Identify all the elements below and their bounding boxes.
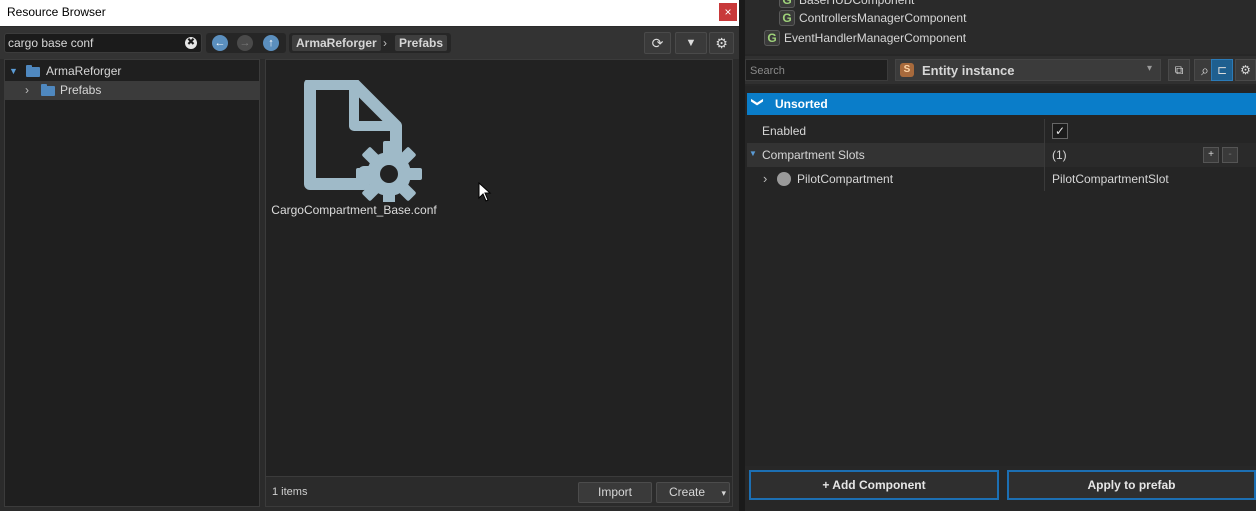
tree-item-label: ArmaReforger xyxy=(46,64,122,78)
clear-search-icon[interactable]: ✖ xyxy=(185,37,197,49)
pilot-slot-value: PilotCompartmentSlot xyxy=(1052,172,1169,186)
window-title: Resource Browser xyxy=(7,5,106,19)
property-label: Enabled xyxy=(762,124,807,138)
breadcrumb-separator-icon: › xyxy=(383,36,387,50)
resource-browser-toolbar: ✖ ← → ↑ ArmaReforger › Prefabs ⟳ ▼ ⚙ xyxy=(0,27,739,59)
back-arrow-icon[interactable]: ← xyxy=(212,35,228,51)
open-external-icon[interactable]: ⧉ xyxy=(1168,59,1190,81)
add-slot-button[interactable]: + xyxy=(1203,147,1219,163)
expand-arrow-icon[interactable]: ▼ xyxy=(9,62,18,81)
hierarchy-icon[interactable]: ⊏ xyxy=(1211,59,1233,81)
tree-item-prefabs[interactable]: › Prefabs xyxy=(5,81,259,100)
collapsed-arrow-icon[interactable]: › xyxy=(25,81,29,100)
collapsed-arrow-icon[interactable]: › xyxy=(763,171,767,186)
expand-arrow-icon[interactable]: ▼ xyxy=(749,149,757,158)
file-view-statusbar: 1 items Import Create ▾ xyxy=(265,477,733,507)
filter-icon[interactable]: ▼ xyxy=(675,32,707,54)
property-label: Compartment Slots xyxy=(762,148,865,162)
file-view: CargoCompartment_Base.conf xyxy=(265,59,733,477)
object-circle-icon xyxy=(777,172,791,186)
items-count: 1 items xyxy=(272,486,308,498)
apply-to-prefab-button[interactable]: Apply to prefab xyxy=(1007,470,1256,500)
create-button-label: Create xyxy=(669,485,706,499)
component-label: ControllersManagerComponent xyxy=(799,11,967,25)
section-header-unsorted[interactable]: ❯ Unsorted xyxy=(747,93,1256,115)
property-value: PilotCompartmentSlot xyxy=(1044,167,1256,191)
up-arrow-icon[interactable]: ↑ xyxy=(263,35,279,51)
dropdown-caret-icon: ▾ xyxy=(721,488,726,498)
property-row-pilot-compartment[interactable]: › PilotCompartment PilotCompartmentSlot xyxy=(747,167,1256,191)
property-row-compartment-slots[interactable]: ▼ Compartment Slots (1) + - xyxy=(747,143,1256,167)
component-g-icon: G xyxy=(779,10,795,26)
settings-gear-icon[interactable]: ⚙ xyxy=(709,32,734,54)
component-g-icon: G xyxy=(779,0,795,8)
import-button[interactable]: Import xyxy=(578,482,652,503)
slot-count: (1) xyxy=(1052,148,1067,162)
entity-instance-dropdown[interactable]: S Entity instance ▾ xyxy=(895,59,1161,81)
property-value: ✓ xyxy=(1044,119,1256,143)
component-g-icon: G xyxy=(764,30,780,46)
resource-browser-titlebar: Resource Browser × xyxy=(0,0,739,26)
search-box: ✖ xyxy=(4,33,202,53)
close-icon[interactable]: × xyxy=(719,3,737,21)
enabled-checkbox[interactable]: ✓ xyxy=(1052,123,1068,139)
remove-slot-button[interactable]: - xyxy=(1222,147,1238,163)
breadcrumb-item-armareforger[interactable]: ArmaReforger xyxy=(292,35,381,51)
forward-arrow-icon[interactable]: → xyxy=(237,35,253,51)
file-item[interactable]: CargoCompartment_Base.conf xyxy=(266,60,442,240)
entity-script-icon: S xyxy=(900,63,914,77)
breadcrumb: ArmaReforger › Prefabs xyxy=(289,33,451,53)
property-value: (1) + - xyxy=(1044,143,1256,167)
search-input[interactable] xyxy=(8,35,178,51)
mouse-cursor-icon xyxy=(478,182,492,202)
settings-gear-icon[interactable]: ⚙ xyxy=(1235,59,1256,81)
section-label: Unsorted xyxy=(775,97,828,111)
component-list: G BaseHUDComponent G ControllersManagerC… xyxy=(745,0,1256,54)
entity-label: Entity instance xyxy=(922,63,1015,78)
refresh-icon[interactable]: ⟳ xyxy=(644,32,671,54)
create-button[interactable]: Create ▾ xyxy=(656,482,730,503)
tree-item-armareforger[interactable]: ▼ ArmaReforger xyxy=(5,62,259,81)
breadcrumb-item-prefabs[interactable]: Prefabs xyxy=(395,35,448,51)
chevron-down-icon: ▾ xyxy=(1146,63,1152,74)
chevron-down-icon: ❯ xyxy=(751,96,766,108)
component-label: EventHandlerManagerComponent xyxy=(784,31,967,45)
folder-tree: ▼ ArmaReforger › Prefabs xyxy=(4,59,260,507)
inspector-search xyxy=(745,59,888,81)
inspector-toolbar: S Entity instance ▾ ⧉ ⌕ ⊏ ⚙ xyxy=(745,56,1256,84)
folder-icon xyxy=(26,65,40,77)
tree-item-label: Prefabs xyxy=(60,83,102,97)
add-component-button[interactable]: + Add Component xyxy=(749,470,999,500)
file-name: CargoCompartment_Base.conf xyxy=(271,203,437,217)
property-label: PilotCompartment xyxy=(797,172,894,186)
properties-area: ❯ Unsorted Enabled ✓ ▼ Compartment Slots… xyxy=(745,86,1256,466)
inspector-footer: + Add Component Apply to prefab xyxy=(745,466,1256,511)
property-row-enabled: Enabled ✓ xyxy=(747,119,1256,143)
inspector-search-input[interactable] xyxy=(750,63,880,78)
history-nav: ← → ↑ xyxy=(206,33,286,53)
folder-icon xyxy=(41,84,55,96)
config-file-icon xyxy=(304,80,422,202)
